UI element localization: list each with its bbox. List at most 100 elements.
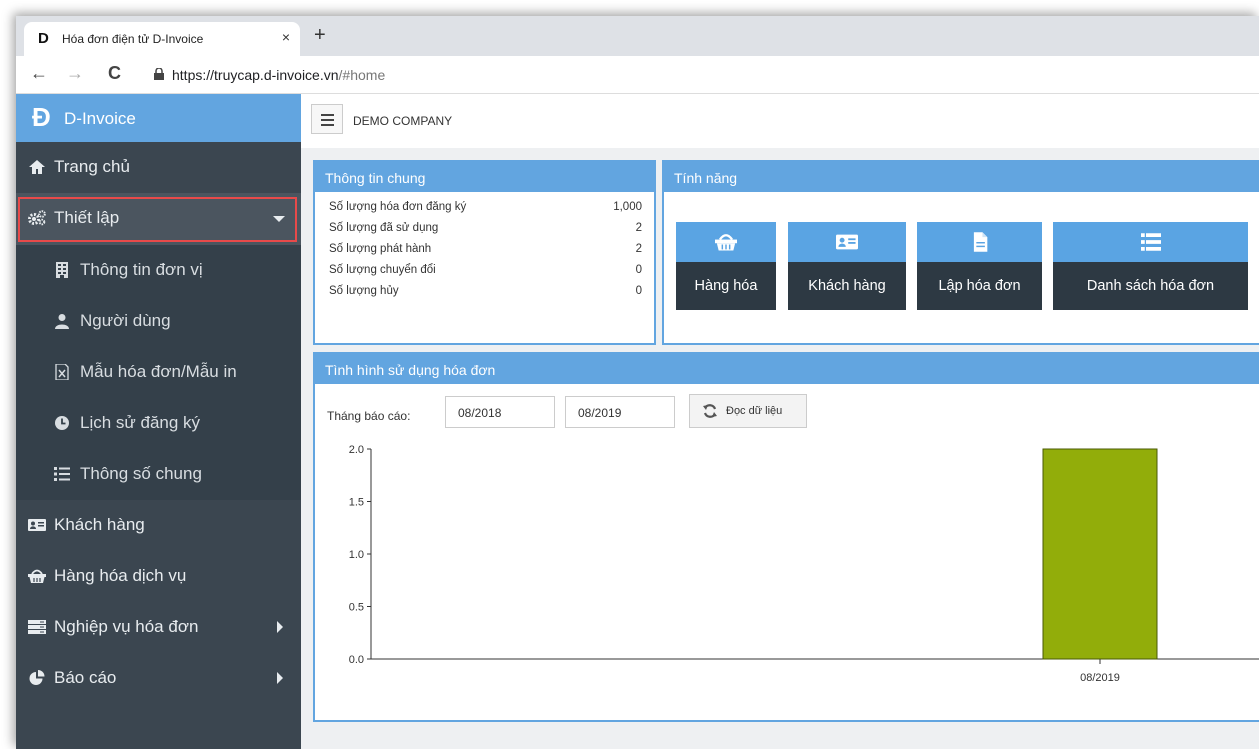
- reload-icon[interactable]: C: [108, 63, 121, 84]
- menu-toggle-button[interactable]: [311, 104, 343, 134]
- button-label: Lập hóa đơn: [917, 262, 1042, 310]
- button-label: Hàng hóa: [676, 262, 776, 310]
- submenu-item-label: Người dùng: [80, 311, 171, 330]
- info-row: Số lượng đã sử dụng 2: [315, 218, 654, 239]
- main-content: DEMO COMPANY Thông tin chung Số lượng hó…: [301, 94, 1259, 749]
- button-label: Khách hàng: [788, 262, 906, 310]
- info-label: Số lượng chuyển đổi: [329, 264, 436, 276]
- submenu-item-users[interactable]: Người dùng: [16, 296, 301, 347]
- hamburger-line: [321, 114, 334, 116]
- sidebar-item-settings[interactable]: Thiết lập: [16, 193, 301, 245]
- caret-down-icon: [273, 216, 285, 222]
- features-panel: Tính năng Hàng hóa Khách hàng Lập hóa đơ…: [662, 160, 1259, 345]
- submenu-item-label: Thông tin đơn vị: [80, 260, 203, 279]
- tab-strip: D Hóa đơn điện tử D-Invoice × +: [16, 16, 1259, 56]
- sidebar-item-goods-services[interactable]: Hàng hóa dịch vụ: [16, 551, 301, 602]
- submenu-item-registration-history[interactable]: Lịch sử đăng ký: [16, 398, 301, 449]
- sidebar-item-home[interactable]: Trang chủ: [16, 142, 301, 193]
- button-icon-area: [676, 222, 776, 262]
- to-month-input[interactable]: 08/2019: [565, 396, 675, 428]
- list-icon: [1140, 233, 1161, 251]
- invoice-usage-panel: Tình hình sử dụng hóa đơn Tháng báo cáo:…: [313, 352, 1259, 722]
- info-list: Số lượng hóa đơn đăng ký 1,000 Số lượng …: [315, 192, 654, 302]
- panel-title: Tình hình sử dụng hóa đơn: [315, 354, 1259, 384]
- info-label: Số lượng phát hành: [329, 243, 432, 255]
- building-icon: [56, 262, 68, 278]
- company-name: DEMO COMPANY: [353, 114, 453, 128]
- lock-icon: [154, 68, 164, 80]
- y-tick-label: 2.0: [349, 444, 364, 456]
- chevron-right-icon: [277, 621, 283, 633]
- sidebar: Ɖ D-Invoice Trang chủ Thiết lập Thông ti…: [16, 94, 301, 749]
- info-value: 2: [635, 243, 642, 255]
- sidebar-item-invoice-operations[interactable]: Nghiệp vụ hóa đơn: [16, 602, 301, 653]
- brand-header[interactable]: Ɖ D-Invoice: [16, 94, 301, 142]
- panel-title: Tính năng: [664, 162, 1259, 192]
- general-info-panel: Thông tin chung Số lượng hóa đơn đăng ký…: [313, 160, 656, 345]
- back-icon[interactable]: ←: [30, 63, 48, 84]
- panel-title: Thông tin chung: [315, 162, 654, 192]
- basket-icon: [28, 569, 46, 583]
- hamburger-line: [321, 124, 334, 126]
- clock-icon: [55, 416, 69, 430]
- button-icon-area: [917, 222, 1042, 262]
- tab-title: Hóa đơn điện tử D-Invoice: [62, 32, 204, 46]
- settings-submenu: Thông tin đơn vị Người dùng Mẫu hóa đơn/…: [16, 245, 301, 500]
- list-icon: [54, 467, 70, 481]
- basket-icon: [715, 234, 737, 251]
- customers-button[interactable]: Khách hàng: [788, 222, 906, 310]
- info-row: Số lượng hóa đơn đăng ký 1,000: [315, 197, 654, 218]
- usage-bar-chart: 0.0 0.5 1.0 1.5 2.0 08/2019: [349, 444, 1259, 684]
- url-field[interactable]: https://truycap.d-invoice.vn/#home: [172, 67, 385, 83]
- server-icon: [28, 620, 46, 634]
- submenu-item-unit-info[interactable]: Thông tin đơn vị: [16, 245, 301, 296]
- forward-icon[interactable]: →: [66, 63, 84, 84]
- sidebar-item-label: Hàng hóa dịch vụ: [54, 566, 187, 585]
- info-value: 1,000: [613, 201, 642, 213]
- goods-button[interactable]: Hàng hóa: [676, 222, 776, 310]
- sidebar-item-label: Nghiệp vụ hóa đơn: [54, 617, 199, 636]
- top-bar: DEMO COMPANY: [301, 94, 1259, 148]
- info-label: Số lượng đã sử dụng: [329, 222, 439, 234]
- info-row: Số lượng hủy 0: [315, 281, 654, 302]
- submenu-item-label: Lịch sử đăng ký: [80, 413, 201, 432]
- info-row: Số lượng chuyển đổi 0: [315, 260, 654, 281]
- url-host: https://truycap.d-invoice.vn: [172, 67, 339, 83]
- y-tick-label: 0.5: [349, 602, 364, 614]
- new-tab-button[interactable]: +: [314, 24, 326, 47]
- invoice-list-button[interactable]: Danh sách hóa đơn: [1053, 222, 1248, 310]
- info-value: 0: [635, 264, 642, 276]
- url-path: /#home: [338, 67, 386, 83]
- bar: [1042, 448, 1158, 660]
- sidebar-item-label: Khách hàng: [54, 515, 145, 534]
- y-tick-label: 0.0: [349, 654, 364, 666]
- info-value: 2: [635, 222, 642, 234]
- cogs-icon: [28, 210, 46, 226]
- close-tab-icon[interactable]: ×: [282, 29, 290, 45]
- sidebar-item-customers[interactable]: Khách hàng: [16, 500, 301, 551]
- submenu-item-general-settings[interactable]: Thông số chung: [16, 449, 301, 500]
- load-data-button[interactable]: Đọc dữ liệu: [689, 394, 807, 428]
- address-bar: ← → C https://truycap.d-invoice.vn/#home: [16, 56, 1259, 94]
- submenu-item-invoice-templates[interactable]: Mẫu hóa đơn/Mẫu in: [16, 347, 301, 398]
- pie-chart-icon: [29, 670, 45, 685]
- brand-name: D-Invoice: [64, 109, 136, 128]
- create-invoice-button[interactable]: Lập hóa đơn: [917, 222, 1042, 310]
- sidebar-item-reports[interactable]: Báo cáo: [16, 653, 301, 704]
- button-label: Đọc dữ liệu: [726, 405, 783, 417]
- sidebar-item-label: Thiết lập: [54, 208, 120, 227]
- sidebar-item-label: Báo cáo: [54, 668, 117, 687]
- button-label: Danh sách hóa đơn: [1053, 262, 1248, 310]
- info-row: Số lượng phát hành 2: [315, 239, 654, 260]
- browser-tab[interactable]: D Hóa đơn điện tử D-Invoice ×: [24, 22, 300, 56]
- info-value: 0: [635, 285, 642, 297]
- from-month-input[interactable]: 08/2018: [445, 396, 555, 428]
- hamburger-line: [321, 119, 334, 121]
- excel-file-icon: [55, 364, 69, 380]
- home-icon: [29, 160, 45, 174]
- browser-window: D Hóa đơn điện tử D-Invoice × + ← → C ht…: [16, 16, 1259, 749]
- contact-card-icon: [836, 234, 858, 250]
- x-tick-label: 08/2019: [1080, 672, 1120, 684]
- favicon-icon: D: [38, 30, 49, 47]
- info-label: Số lượng hóa đơn đăng ký: [329, 201, 467, 213]
